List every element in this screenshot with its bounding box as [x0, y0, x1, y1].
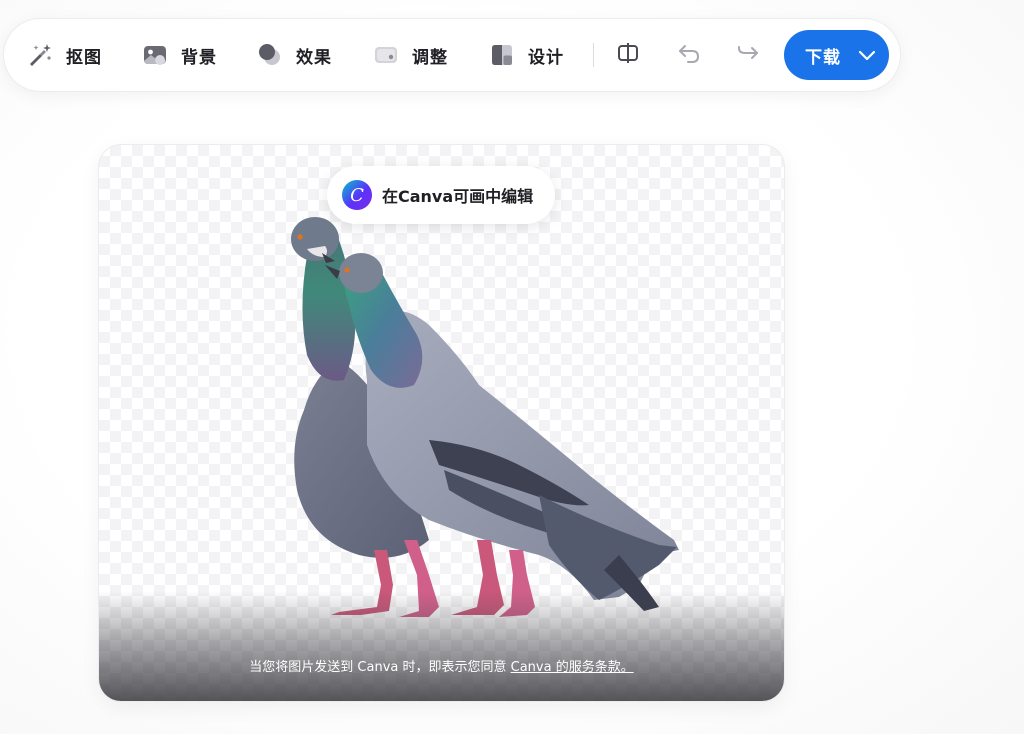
edit-in-canva-button[interactable]: C 在Canva可画中编辑 — [327, 166, 555, 224]
undo-button[interactable] — [674, 40, 704, 70]
compare-button[interactable] — [613, 40, 643, 70]
chevron-down-icon — [857, 45, 877, 65]
consent-text: 当您将图片发送到 Canva 时，即表示您同意 Canva 的服务条款。 — [99, 656, 784, 675]
download-button[interactable]: 下载 — [784, 30, 889, 80]
redo-icon — [735, 40, 761, 70]
compare-split-icon — [615, 40, 641, 70]
effects-circles-icon — [256, 41, 284, 69]
undo-icon — [676, 40, 702, 70]
download-label: 下载 — [805, 47, 841, 68]
tool-design-button[interactable]: 设计 — [488, 19, 564, 91]
image-background-icon — [141, 41, 169, 69]
redo-button[interactable] — [733, 40, 763, 70]
tool-effects-label: 效果 — [296, 47, 332, 68]
svg-text:C: C — [350, 185, 364, 206]
terms-link[interactable]: Canva 的服务条款。 — [511, 660, 634, 675]
edit-in-canva-label: 在Canva可画中编辑 — [382, 187, 534, 206]
tool-cutout-button[interactable]: 抠图 — [26, 19, 102, 91]
canva-logo-icon: C — [342, 180, 372, 210]
tool-background-label: 背景 — [181, 47, 217, 68]
tool-adjust-label: 调整 — [412, 47, 448, 68]
toolbar-divider — [593, 43, 594, 67]
consent-prefix: 当您将图片发送到 Canva 时，即表示您同意 — [249, 660, 511, 675]
tool-design-label: 设计 — [528, 47, 564, 68]
tool-adjust-button[interactable]: 调整 — [372, 19, 448, 91]
design-layout-icon — [488, 41, 516, 69]
adjust-slider-icon — [372, 41, 400, 69]
magic-brush-icon — [26, 41, 54, 69]
page: 抠图 背景 效果 调整 设计 下载 当您将图片发送到 Canva 时，即表示您同… — [0, 0, 1024, 734]
consent-overlay — [99, 591, 784, 701]
tool-effects-button[interactable]: 效果 — [256, 19, 332, 91]
image-canvas[interactable]: 当您将图片发送到 Canva 时，即表示您同意 Canva 的服务条款。 — [99, 145, 784, 701]
tool-background-button[interactable]: 背景 — [141, 19, 217, 91]
editor-toolbar: 抠图 背景 效果 调整 设计 下载 — [4, 19, 900, 91]
tool-cutout-label: 抠图 — [66, 47, 102, 68]
